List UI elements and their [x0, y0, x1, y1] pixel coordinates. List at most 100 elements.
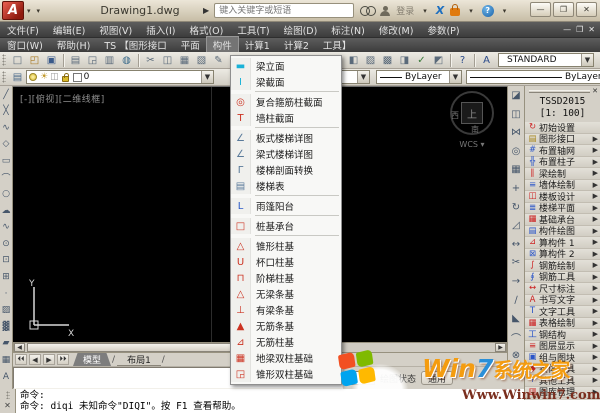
menubar-item[interactable]: 插入(I) — [139, 22, 182, 38]
stair-plan-icon[interactable]: ≣ — [527, 203, 538, 213]
calc-component-2-icon[interactable]: ⊠ — [527, 249, 538, 259]
prev-tab-icon[interactable]: ◀ — [29, 354, 41, 365]
explode-icon[interactable]: ⊗ — [509, 348, 524, 363]
rebar-draw-icon[interactable]: ∫ — [527, 260, 538, 270]
text-style-icon[interactable]: A — [479, 53, 495, 67]
layer-lock-icon[interactable] — [61, 72, 69, 82]
beam-section-icon[interactable]: I — [231, 74, 251, 90]
tab-layout1[interactable]: 布局1 — [117, 353, 161, 366]
menubar-item[interactable]: TS 【图形接口 — [97, 37, 173, 53]
arc-icon[interactable]: ⌒ — [1, 171, 12, 184]
menu-item[interactable]: ⊥ 有梁条基 — [231, 302, 341, 318]
foundation-cap-icon[interactable]: ▦ — [527, 214, 538, 224]
stretch-icon[interactable]: ↔ — [509, 237, 524, 252]
cup-column-base-icon[interactable]: U — [231, 254, 251, 270]
layer-thaw-icon[interactable]: ☀ — [40, 72, 48, 82]
lock-icon[interactable] — [450, 4, 461, 16]
sheet-set-manager-icon[interactable]: ◨ — [397, 53, 413, 67]
tool-palettes-icon[interactable]: ▩ — [380, 53, 396, 67]
viewport-controls-label[interactable]: [-][俯视][二维线框] — [20, 92, 105, 105]
menubar-item[interactable]: 工具(T) — [230, 22, 276, 38]
designcenter-icon[interactable]: ▨ — [363, 53, 379, 67]
ellipse-icon[interactable]: ⊙ — [1, 237, 12, 250]
wall-column-section-icon[interactable]: T — [231, 110, 251, 126]
viewcube-top-face[interactable]: 上 — [461, 102, 483, 124]
combo-arrow-icon[interactable]: ▼ — [201, 71, 213, 83]
other-tools-icon[interactable]: + — [527, 375, 538, 385]
mdi-restore-icon[interactable]: ❐ — [576, 25, 583, 34]
ground-beam-double-column-base-icon[interactable]: ▦ — [231, 350, 251, 366]
quick-access-dropdown-icon[interactable]: ▾ — [34, 7, 44, 15]
combo-arrow-icon[interactable]: ▼ — [449, 71, 461, 83]
multiline-text-icon[interactable]: A — [1, 370, 12, 383]
strip-base-no-beam-icon[interactable]: △ — [231, 286, 251, 302]
offset-icon[interactable]: ◎ — [509, 144, 524, 159]
graphic-interface-icon[interactable]: ▤ — [527, 134, 538, 144]
combo-arrow-icon[interactable]: ▼ — [357, 71, 369, 83]
menu-item[interactable]: L 雨篷阳台 — [231, 198, 341, 214]
layer-display-icon[interactable]: ≡ — [527, 341, 538, 351]
menu-item[interactable]: ▬ 梁立面 — [231, 58, 341, 74]
app-logo-button[interactable]: A — [2, 1, 24, 20]
save-icon[interactable]: ▣ — [44, 53, 60, 67]
app-menu-dropdown-icon[interactable]: ▾ — [24, 7, 34, 15]
properties-icon[interactable]: ◧ — [346, 53, 362, 67]
revision-cloud-icon[interactable]: ☁ — [1, 204, 12, 217]
region-icon[interactable]: ▰ — [1, 337, 12, 350]
cone-column-base-icon[interactable]: △ — [231, 238, 251, 254]
composite-stirrup-column-section-icon[interactable]: ◎ — [231, 94, 251, 110]
menubar-item[interactable]: 窗口(W) — [0, 37, 50, 53]
hatch-icon[interactable]: ▨ — [1, 304, 12, 317]
menubar-item[interactable]: 构件 — [205, 36, 239, 54]
scroll-right-icon[interactable]: ▶ — [495, 343, 506, 352]
toolbar-grip[interactable] — [2, 54, 6, 66]
mirror-icon[interactable]: ⋈ — [509, 125, 524, 140]
menu-item[interactable]: ∠ 梁式楼梯详图 — [231, 146, 341, 162]
print-preview-icon[interactable]: ◲ — [85, 53, 101, 67]
combo-arrow-icon[interactable]: ▼ — [581, 54, 593, 66]
menu-item[interactable]: □ 桩基承台 — [231, 218, 341, 234]
menubar-item[interactable]: 编辑(E) — [46, 22, 92, 38]
scroll-left-icon[interactable]: ◀ — [14, 343, 25, 352]
steel-structure-icon[interactable]: 工 — [527, 328, 538, 340]
viewcube-south-label[interactable]: 南 — [471, 124, 479, 135]
group-block-icon[interactable]: ▣ — [527, 352, 538, 362]
polyline-icon[interactable]: ∿ — [1, 121, 12, 134]
text-tools-icon[interactable]: T — [527, 306, 538, 316]
last-tab-icon[interactable]: ⏵⏵ — [57, 354, 69, 365]
menubar-item[interactable]: 计算1 — [238, 37, 277, 53]
calc-component-1-icon[interactable]: ⊿ — [527, 237, 538, 247]
layer-properties-manager-icon[interactable]: ▤ — [10, 70, 26, 84]
slab-stair-detail-icon[interactable]: ∠ — [231, 130, 251, 146]
print-icon[interactable]: ▤ — [68, 53, 84, 67]
menu-item[interactable]: ∠ 板式楼梯详图 — [231, 130, 341, 146]
dimension-icon[interactable]: ↔ — [527, 283, 538, 293]
break-icon[interactable]: ∕ — [509, 293, 524, 308]
status-combo[interactable]: 0 ▼ — [345, 371, 375, 385]
maximize-button[interactable]: ❐ — [553, 2, 574, 17]
component-draw-icon[interactable]: ▤ — [527, 226, 538, 236]
cut-icon[interactable]: ✂ — [143, 53, 159, 67]
slab-design-icon[interactable]: ◫ — [527, 191, 538, 201]
text-style-combo[interactable]: STANDARD ▼ — [498, 53, 594, 67]
table-draw-icon[interactable]: ▦ — [527, 318, 538, 328]
help-icon[interactable]: ? — [481, 4, 494, 17]
menubar-item[interactable]: 标注(N) — [324, 22, 372, 38]
fillet-icon[interactable]: ⌒ — [509, 330, 524, 345]
beam-stair-detail-icon[interactable]: ∠ — [231, 146, 251, 162]
spline-icon[interactable]: ∿ — [1, 221, 12, 234]
search-icon[interactable] — [360, 6, 377, 16]
paste-special-icon[interactable]: ▧ — [194, 53, 210, 67]
insert-block-icon[interactable]: ⊡ — [1, 254, 12, 267]
library-manage-icon[interactable]: ▥ — [527, 387, 538, 397]
minimize-button[interactable]: — — [530, 2, 551, 17]
layer-vp-freeze-icon[interactable]: ◫ — [50, 72, 59, 82]
write-text-icon[interactable]: A — [527, 295, 538, 305]
beam-draw-icon[interactable]: ∥ — [527, 168, 538, 178]
title-expand-icon[interactable]: ▶ — [203, 6, 209, 15]
menu-item[interactable]: ◎ 复合箍筋柱截面 — [231, 94, 341, 110]
extend-icon[interactable]: → — [509, 274, 524, 289]
exchange-apps-icon[interactable]: X — [436, 4, 444, 17]
first-tab-icon[interactable]: ⏴⏴ — [15, 354, 27, 365]
rotate-icon[interactable]: ↻ — [509, 200, 524, 215]
